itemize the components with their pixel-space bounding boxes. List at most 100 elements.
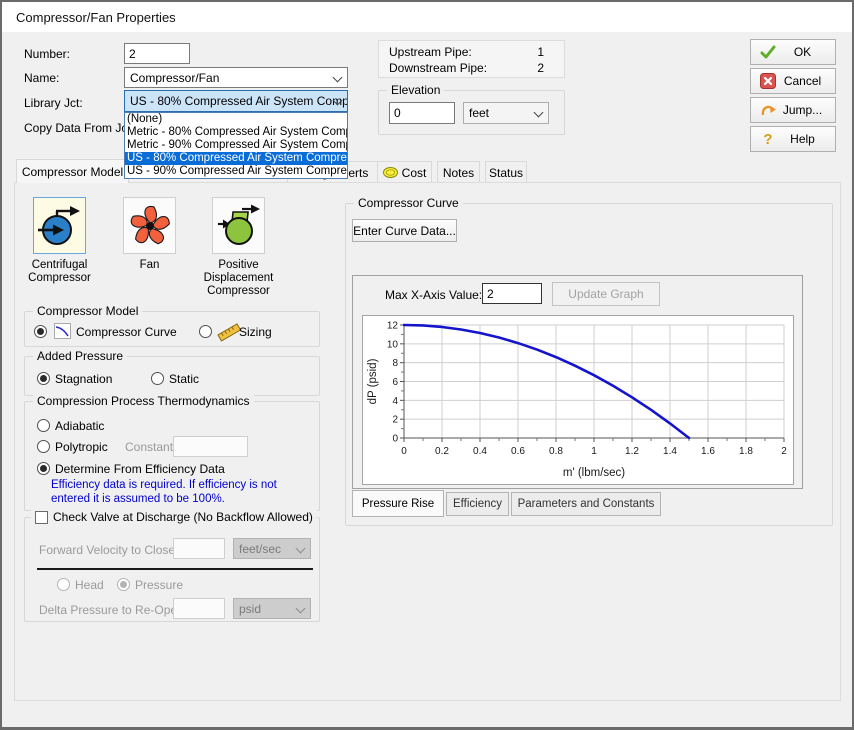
y-tick-label: 6 (392, 377, 398, 388)
library-option[interactable]: (None) (125, 113, 347, 126)
pressure-radio (117, 578, 130, 591)
graph-tab-pressure-rise[interactable]: Pressure Rise (352, 490, 444, 517)
max-x-axis-label: Max X-Axis Value: (385, 288, 482, 302)
x-axis-title: m' (lbm/sec) (563, 467, 625, 479)
library-jct-label: Library Jct: (24, 96, 83, 110)
compressor-curve-radio[interactable] (34, 325, 47, 338)
compressor-fan-properties-dialog: Compressor/Fan Properties Number: Name: … (0, 0, 854, 730)
static-label: Static (169, 372, 199, 386)
y-tick-label: 2 (392, 415, 398, 426)
chevron-down-icon (296, 544, 306, 554)
stagnation-radio[interactable] (37, 372, 50, 385)
section-divider (37, 568, 313, 570)
elevation-group-label: Elevation (387, 83, 444, 97)
name-combobox[interactable]: Compressor/Fan (124, 67, 348, 88)
tab-status[interactable]: Status (485, 161, 527, 183)
adiabatic-radio[interactable] (37, 419, 50, 432)
sizing-radio[interactable] (199, 325, 212, 338)
y-axis-title: dP (psid) (367, 358, 379, 404)
head-label: Head (75, 578, 104, 592)
elevation-group: Elevation feet (378, 90, 565, 135)
compressor-model-group-label: Compressor Model (33, 304, 142, 318)
compressor-curve-group-label: Compressor Curve (354, 196, 463, 210)
elevation-unit-combobox[interactable]: feet (463, 102, 549, 124)
polytropic-radio[interactable] (37, 440, 50, 453)
enter-curve-data-button[interactable]: Enter Curve Data... (352, 219, 457, 242)
fan-icon (127, 203, 173, 249)
library-option[interactable]: US - 80% Compressed Air System Compresso… (125, 152, 347, 165)
name-label: Name: (24, 71, 59, 85)
tab-compressor-model[interactable]: Compressor Model (16, 159, 129, 183)
check-valve-label: Check Valve at Discharge (No Backflow Al… (53, 510, 313, 524)
max-x-axis-input[interactable] (482, 283, 542, 304)
static-radio[interactable] (151, 372, 164, 385)
y-tick-label: 8 (392, 358, 398, 369)
curve-icon (54, 323, 71, 339)
pipe-info-panel: Upstream Pipe: 1 Downstream Pipe: 2 (378, 40, 565, 78)
elevation-input[interactable] (389, 102, 455, 124)
adiabatic-label: Adiabatic (55, 419, 104, 433)
centrifugal-compressor-label: Centrifugal Compressor (17, 259, 102, 285)
graph-tab-parameters[interactable]: Parameters and Constants (511, 492, 661, 516)
cancel-button[interactable]: Cancel (750, 68, 836, 94)
x-tick-label: 1.8 (739, 446, 753, 457)
help-button[interactable]: ? Help (750, 126, 836, 152)
thermodynamics-group-label: Compression Process Thermodynamics (33, 394, 254, 408)
centrifugal-compressor-button[interactable] (33, 197, 86, 254)
question-mark-icon: ? (760, 131, 776, 148)
pressure-label: Pressure (135, 578, 183, 592)
ok-button[interactable]: OK (750, 39, 836, 65)
tab-notes[interactable]: Notes (437, 161, 480, 183)
check-icon (760, 44, 776, 60)
fan-label: Fan (107, 259, 192, 272)
polytropic-constant-input (173, 436, 248, 457)
x-tick-label: 2 (781, 446, 787, 457)
stagnation-label: Stagnation (55, 372, 112, 386)
check-valve-group: Check Valve at Discharge (No Backflow Al… (24, 517, 320, 622)
jump-button[interactable]: Jump... (750, 97, 836, 123)
library-jct-dropdown-list[interactable]: (None)Metric - 80% Compressed Air System… (124, 112, 348, 179)
efficiency-data-radio[interactable] (37, 462, 50, 475)
downstream-pipe-label: Downstream Pipe: (389, 61, 487, 75)
library-option[interactable]: US - 90% Compressed Air System Compresso… (125, 165, 347, 178)
update-graph-button: Update Graph (552, 282, 660, 306)
delta-pressure-unit-combobox: psid (233, 598, 311, 619)
title-bar[interactable]: Compressor/Fan Properties (2, 2, 852, 32)
coin-icon (383, 167, 398, 178)
graph-tab-efficiency[interactable]: Efficiency (446, 492, 509, 516)
upstream-pipe-label: Upstream Pipe: (389, 45, 472, 59)
y-tick-label: 4 (392, 396, 398, 407)
jump-arrow-icon (760, 102, 776, 118)
x-tick-label: 0 (401, 446, 407, 457)
forward-velocity-input (173, 538, 225, 559)
sizing-label: Sizing (239, 325, 272, 339)
x-tick-label: 1.6 (701, 446, 715, 457)
x-tick-label: 0.4 (473, 446, 487, 457)
compressor-model-group: Compressor Model Compressor Curve Sizing (24, 311, 320, 347)
centrifugal-compressor-icon (37, 203, 83, 249)
compressor-curve-plot: 00.20.40.60.811.21.41.61.82024681012m' (… (363, 316, 793, 484)
check-valve-checkbox[interactable] (35, 511, 48, 524)
fan-button[interactable] (123, 197, 176, 254)
x-tick-label: 0.6 (511, 446, 525, 457)
delta-pressure-label: Delta Pressure to Re-Open (39, 603, 184, 617)
dialog-title: Compressor/Fan Properties (16, 10, 176, 25)
added-pressure-group-label: Added Pressure (33, 349, 127, 363)
efficiency-note-line2: entered it is assumed to be 100%. (51, 493, 225, 505)
positive-displacement-compressor-icon (216, 203, 262, 249)
chevron-down-icon (333, 73, 343, 83)
tab-cost[interactable]: Cost (377, 161, 432, 183)
x-tick-label: 0.2 (435, 446, 449, 457)
y-tick-label: 0 (392, 434, 398, 445)
library-jct-combobox[interactable]: US - 80% Compressed Air System Compre (124, 90, 348, 112)
number-label: Number: (24, 47, 70, 61)
library-option[interactable]: Metric - 80% Compressed Air System Compr… (125, 126, 347, 139)
upstream-pipe-value: 1 (537, 45, 544, 59)
forward-velocity-unit-combobox: feet/sec (233, 538, 311, 559)
y-tick-label: 12 (387, 321, 399, 332)
thermodynamics-group: Compression Process Thermodynamics Adiab… (24, 401, 320, 511)
number-input[interactable] (124, 43, 190, 64)
positive-displacement-compressor-button[interactable] (212, 197, 265, 254)
library-option[interactable]: Metric - 90% Compressed Air System Compr… (125, 139, 347, 152)
red-x-icon (760, 73, 776, 89)
